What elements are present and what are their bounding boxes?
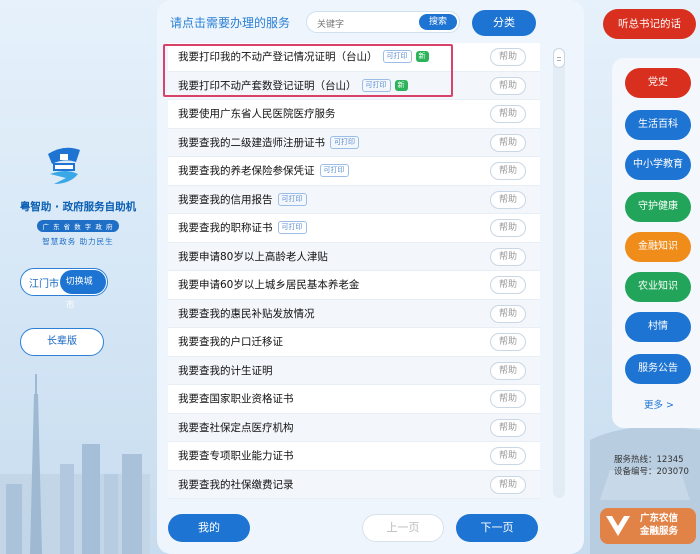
service-item-label: 我要查国家职业资格证书 <box>178 393 294 406</box>
device-number: 设备编号：203070 <box>614 467 689 477</box>
service-item[interactable]: 我要申请60岁以上城乡居民基本养老金 帮助 <box>168 271 540 300</box>
left-panel: 粤智助 · 政府服务自助机 广 东 省 数 字 政 府 智慧政务 助力民生 江门… <box>0 0 150 554</box>
service-item[interactable]: 我要查我的信用报告 可打印 帮助 <box>168 185 540 214</box>
help-button[interactable]: 帮助 <box>490 247 526 266</box>
category-button[interactable]: 中小学教育 <box>625 150 691 180</box>
search-box[interactable]: 搜索 <box>306 11 460 35</box>
yuezhizhu-logo-icon <box>48 147 80 184</box>
service-item[interactable]: 我要申请80岁以上高龄老人津贴 帮助 <box>168 242 540 271</box>
help-button[interactable]: 帮助 <box>490 447 526 465</box>
printable-badge: 可打印 <box>277 221 307 235</box>
service-item-label: 我要查我的二级建造师注册证书 <box>178 136 325 149</box>
service-item-label: 我要查我的计生证明 <box>178 364 273 377</box>
current-city: 江门市 <box>29 278 59 290</box>
service-item-label: 我要申请60岁以上城乡居民基本养老金 <box>178 279 360 292</box>
service-item-label: 我要查我的户口迁移证 <box>178 336 283 349</box>
service-item[interactable]: 我要查我的惠民补贴发放情况 帮助 <box>168 299 540 328</box>
help-button[interactable]: 帮助 <box>490 190 526 209</box>
service-item-label: 我要查我的养老保险参保凭证 <box>178 165 315 178</box>
city-skyline-illustration <box>0 374 150 554</box>
help-button[interactable]: 帮助 <box>490 390 526 408</box>
category-button[interactable]: 金融知识 <box>625 232 691 262</box>
more-link[interactable]: 更多 > <box>644 397 674 411</box>
help-button[interactable]: 帮助 <box>490 276 526 294</box>
elder-mode-button[interactable]: 长辈版 <box>20 328 104 356</box>
scrollbar-track[interactable] <box>553 48 565 498</box>
help-button[interactable]: 帮助 <box>490 333 526 351</box>
highlight-box <box>163 44 453 97</box>
service-item-label: 我要查专项职业能力证书 <box>178 450 294 463</box>
service-list: 我要打印我的不动产登记情况证明（台山） 可打印新帮助 我要打印不动产套数登记证明（台… <box>168 43 540 499</box>
service-item[interactable]: 我要查我的二级建造师注册证书 可打印 帮助 <box>168 128 540 157</box>
service-item-label: 我要查我的社保缴费记录 <box>178 478 294 491</box>
service-item[interactable]: 我要查我的养老保险参保凭证 可打印 帮助 <box>168 157 540 186</box>
rural-credit-banner[interactable]: 广东农信 金融服务 <box>600 506 696 546</box>
printable-badge: 可打印 <box>277 192 307 206</box>
help-button[interactable]: 帮助 <box>490 105 526 123</box>
bank-service: 金融服务 <box>640 526 679 537</box>
brand-title: 粤智助 · 政府服务自助机 <box>19 201 137 213</box>
help-button[interactable]: 帮助 <box>490 475 526 494</box>
help-button[interactable]: 帮助 <box>490 162 526 180</box>
page-title: 请点击需要办理的服务 <box>170 16 291 30</box>
service-item[interactable]: 我要查我的计生证明 帮助 <box>168 356 540 385</box>
help-button[interactable]: 帮助 <box>490 48 526 66</box>
service-item-label: 我要查社保定点医疗机构 <box>178 421 294 434</box>
service-item[interactable]: 我要查社保定点医疗机构 帮助 <box>168 413 540 442</box>
service-item[interactable]: 我要查我的社保缴费记录 帮助 <box>168 470 540 499</box>
prev-page-button[interactable]: 上一页 <box>362 514 444 542</box>
category-button[interactable]: 农业知识 <box>625 272 691 302</box>
search-button[interactable]: 搜索 <box>419 14 457 30</box>
brand-subtitle: 广 东 省 数 字 政 府 <box>36 220 120 232</box>
service-item[interactable]: 我要查我的职称证书 可打印 帮助 <box>168 214 540 243</box>
category-button[interactable]: 分类 <box>472 10 536 36</box>
brand-slogan: 智慧政务 助力民生 <box>42 237 114 246</box>
category-button[interactable]: 生活百科 <box>625 110 691 140</box>
help-button[interactable]: 帮助 <box>490 219 526 237</box>
help-button[interactable]: 帮助 <box>490 133 526 152</box>
switch-city-button[interactable]: 切换城市 <box>59 270 106 311</box>
service-item-label: 我要查我的职称证书 <box>178 222 273 235</box>
search-input[interactable] <box>307 15 407 35</box>
listen-to-general-secretary-button[interactable]: 听总书记的话 <box>603 9 696 39</box>
service-item-label: 我要申请80岁以上高龄老人津贴 <box>178 250 328 263</box>
service-item[interactable]: 我要查国家职业资格证书 帮助 <box>168 385 540 414</box>
service-item[interactable]: 我要使用广东省人民医院医疗服务 帮助 <box>168 100 540 129</box>
category-button[interactable]: 服务公告 <box>625 354 691 384</box>
service-item-label: 我要使用广东省人民医院医疗服务 <box>178 108 336 121</box>
scrollbar-thumb[interactable] <box>553 48 565 68</box>
category-button[interactable]: 守护健康 <box>625 192 691 222</box>
service-info: 服务热线：12345 设备编号：203070 <box>614 454 689 478</box>
category-button[interactable]: 党史 <box>625 68 691 98</box>
my-button[interactable]: 我的 <box>168 514 250 542</box>
printable-badge: 可打印 <box>319 164 349 178</box>
help-button[interactable]: 帮助 <box>490 418 526 437</box>
city-selector[interactable]: 江门市 切换城市 <box>20 268 108 311</box>
help-button[interactable]: 帮助 <box>490 361 526 380</box>
help-button[interactable]: 帮助 <box>490 76 526 95</box>
service-item-label: 我要查我的信用报告 <box>178 193 273 206</box>
printable-badge: 可打印 <box>330 135 359 149</box>
service-hotline: 服务热线：12345 <box>614 455 684 465</box>
service-item[interactable]: 我要查我的户口迁移证 帮助 <box>168 328 540 357</box>
bank-name: 广东农信 <box>640 513 679 524</box>
category-button[interactable]: 村情 <box>625 312 691 342</box>
next-page-button[interactable]: 下一页 <box>456 514 538 542</box>
service-item-label: 我要查我的惠民补贴发放情况 <box>178 307 315 320</box>
help-button[interactable]: 帮助 <box>490 304 526 323</box>
service-item[interactable]: 我要查专项职业能力证书 帮助 <box>168 442 540 471</box>
